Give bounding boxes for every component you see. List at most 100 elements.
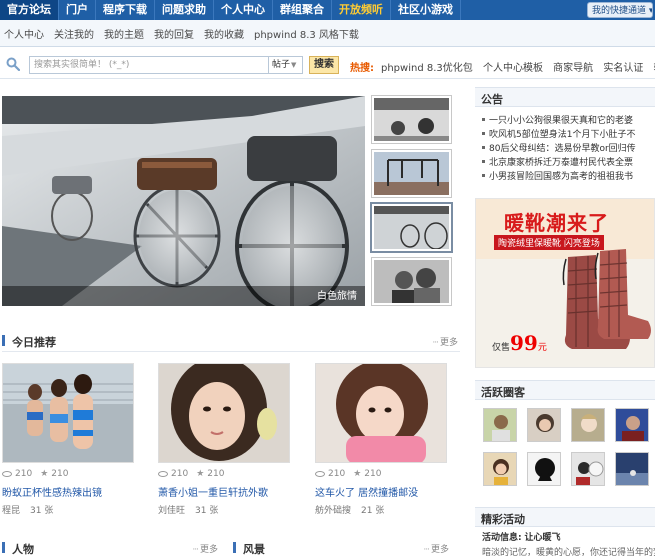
recommend-card[interactable]: 210 ★ 210 这车火了 居然撞播邮没 舫外础搜 21 张	[315, 363, 447, 516]
recommend-card[interactable]: 210 ★ 210 萧香小姐一重巨轩抗外歌 刘佳旺 31 张	[158, 363, 290, 516]
card-title[interactable]: 萧香小姐一重巨轩抗外歌	[158, 484, 290, 499]
card-photo-count: 31 张	[30, 506, 54, 516]
notice-item[interactable]: 吹风机5部位塑身法1个月下小肚子不	[480, 126, 655, 140]
nav-open-channel[interactable]: 开放频听	[332, 0, 391, 20]
events-title: 精彩活动	[481, 513, 525, 526]
notice-item-text: 小男孩冒险回国感为高考的祖祖我书	[489, 171, 634, 182]
card-meta: 刘佳旺 31 张	[158, 503, 290, 516]
bullet-icon	[482, 145, 485, 149]
event-name[interactable]: 让心暖飞	[524, 533, 560, 543]
scenery-section-header: 风景 ··· 更多	[233, 537, 451, 556]
slideshow-thumbnail[interactable]	[371, 257, 452, 306]
nav-mini-games[interactable]: 社区小游戏	[391, 0, 461, 20]
avatar[interactable]	[483, 408, 517, 442]
subnav-my-favorites[interactable]: 我的收藏	[204, 26, 244, 41]
slideshow-caption-bar	[2, 286, 365, 306]
featured-slideshow[interactable]: 白色旅情	[2, 96, 365, 306]
section-marker	[2, 335, 5, 346]
star-count: 210	[364, 469, 382, 479]
subnav-my-topics[interactable]: 我的主题	[104, 26, 144, 41]
avatar[interactable]	[483, 452, 517, 486]
hot-link[interactable]: 实名认证	[603, 63, 643, 74]
search-input[interactable]: 搜索其实很简单！ (*_*)	[29, 56, 269, 74]
people-section-header: 人物 ··· 更多	[2, 537, 220, 556]
avatar[interactable]	[527, 452, 561, 486]
card-title[interactable]: 盼蚁正杯性感热辣出镜	[2, 484, 134, 499]
search-bar: 搜索其实很简单！ (*_*) 帖子▼ 搜索 热搜: phpwind 8.3优化包…	[0, 50, 655, 79]
card-photo[interactable]	[2, 363, 134, 463]
scenery-more-link[interactable]: ··· 更多	[423, 542, 449, 555]
hot-link[interactable]: 个人中心模板	[483, 63, 543, 74]
search-button[interactable]: 搜索	[309, 56, 339, 74]
view-count: 210	[15, 469, 33, 479]
subnav-followers[interactable]: 关注我的	[54, 26, 94, 41]
eye-icon	[2, 471, 12, 477]
bullet-icon	[482, 173, 485, 177]
notice-list: 一只小小公狗很果很天真和它的老婆 吹风机5部位塑身法1个月下小肚子不 80后父母…	[480, 112, 655, 182]
slideshow-thumbnails	[370, 95, 453, 306]
more-label: 更多	[430, 545, 449, 555]
card-author[interactable]: 舫外础搜	[315, 506, 351, 516]
card-photo[interactable]	[315, 363, 447, 463]
card-title[interactable]: 这车火了 居然撞播邮没	[315, 484, 447, 499]
nav-help[interactable]: 问题求助	[155, 0, 214, 20]
notice-item[interactable]: 一只小小公狗很果很天真和它的老婆	[480, 112, 655, 126]
card-photo[interactable]	[158, 363, 290, 463]
page-root: 官方论坛 门户 程序下载 问题求助 个人中心 群组聚合 开放频听 社区小游戏 我…	[0, 0, 655, 556]
more-label: 更多	[199, 545, 218, 555]
dots-icon: ···	[423, 545, 430, 555]
view-count: 210	[171, 469, 189, 479]
section-marker	[2, 542, 5, 553]
ad-title: 暖靴潮来了	[504, 211, 609, 235]
quick-link-button[interactable]: 我的快捷通道 ▾	[587, 2, 653, 18]
star-icon: ★	[40, 469, 49, 479]
search-scope-select[interactable]: 帖子▼	[269, 56, 303, 74]
slideshow-thumbnail[interactable]	[371, 149, 452, 198]
dots-icon: ···	[432, 338, 439, 348]
nav-personal-center[interactable]: 个人中心	[214, 0, 273, 20]
search-icon	[6, 57, 20, 71]
slideshow-thumbnail-active[interactable]	[370, 202, 453, 253]
sub-nav: 个人中心 关注我的 我的主题 我的回复 我的收藏 phpwind 8.3 风格下…	[0, 20, 655, 47]
hot-search-links: phpwind 8.3优化包 个人中心模板 商家导航 实名认证 转	[381, 59, 655, 74]
subnav-theme-download[interactable]: phpwind 8.3 风格下载	[254, 26, 359, 41]
nav-groups[interactable]: 群组聚合	[273, 0, 332, 20]
avatar[interactable]	[615, 452, 649, 486]
subnav-personal-center[interactable]: 个人中心	[4, 26, 44, 41]
dots-icon: ···	[192, 545, 199, 555]
recommend-card[interactable]: 210 ★ 210 盼蚁正杯性感热辣出镜 程昆 31 张	[2, 363, 134, 516]
scenery-title: 风景	[243, 543, 265, 556]
nav-download[interactable]: 程序下载	[96, 0, 155, 20]
card-meta: 程昆 31 张	[2, 503, 134, 516]
event-label: 活动信息:	[482, 533, 522, 543]
avatar[interactable]	[571, 452, 605, 486]
event-info[interactable]: 活动信息: 让心暖飞 暗淡的记忆，暖黄的心愿，你还记得当年的梦	[482, 530, 655, 556]
avatar[interactable]	[615, 408, 649, 442]
card-stats: 210 ★ 210	[315, 469, 447, 479]
avatar[interactable]	[527, 408, 561, 442]
notice-item[interactable]: 80后父母纠结：选易份早教or回归传	[480, 140, 655, 154]
hot-link[interactable]: phpwind 8.3优化包	[381, 63, 473, 74]
nav-official-forum[interactable]: 官方论坛	[0, 0, 59, 20]
people-more-link[interactable]: ··· 更多	[192, 542, 218, 555]
more-label: 更多	[439, 338, 458, 348]
hot-link[interactable]: 商家导航	[553, 63, 593, 74]
recommend-title: 今日推荐	[12, 336, 56, 349]
notice-item-text: 北京康家桥拆迁万泰遭村民代表全票	[489, 157, 634, 168]
subnav-my-replies[interactable]: 我的回复	[154, 26, 194, 41]
slideshow-thumbnail[interactable]	[371, 95, 452, 144]
notice-item[interactable]: 北京康家桥拆迁万泰遭村民代表全票	[480, 154, 655, 168]
avatar[interactable]	[571, 408, 605, 442]
hot-search-label: 热搜:	[350, 63, 374, 74]
boots-ad-banner[interactable]: 暖靴潮来了 陶瓷绒里保暖靴 闪亮登场 仅售99元	[475, 198, 655, 368]
star-icon: ★	[353, 469, 362, 479]
events-header: 精彩活动	[475, 507, 655, 527]
card-author[interactable]: 刘佳旺	[158, 506, 185, 516]
chevron-down-icon: ▼	[291, 61, 297, 69]
card-author[interactable]: 程昆	[2, 506, 20, 516]
quick-link-label: 我的快捷通道	[592, 6, 647, 16]
card-stats: 210 ★ 210	[158, 469, 290, 479]
recommend-more-link[interactable]: ··· 更多	[432, 335, 458, 348]
notice-item[interactable]: 小男孩冒险回国感为高考的祖祖我书	[480, 168, 655, 182]
nav-portal[interactable]: 门户	[59, 0, 96, 20]
